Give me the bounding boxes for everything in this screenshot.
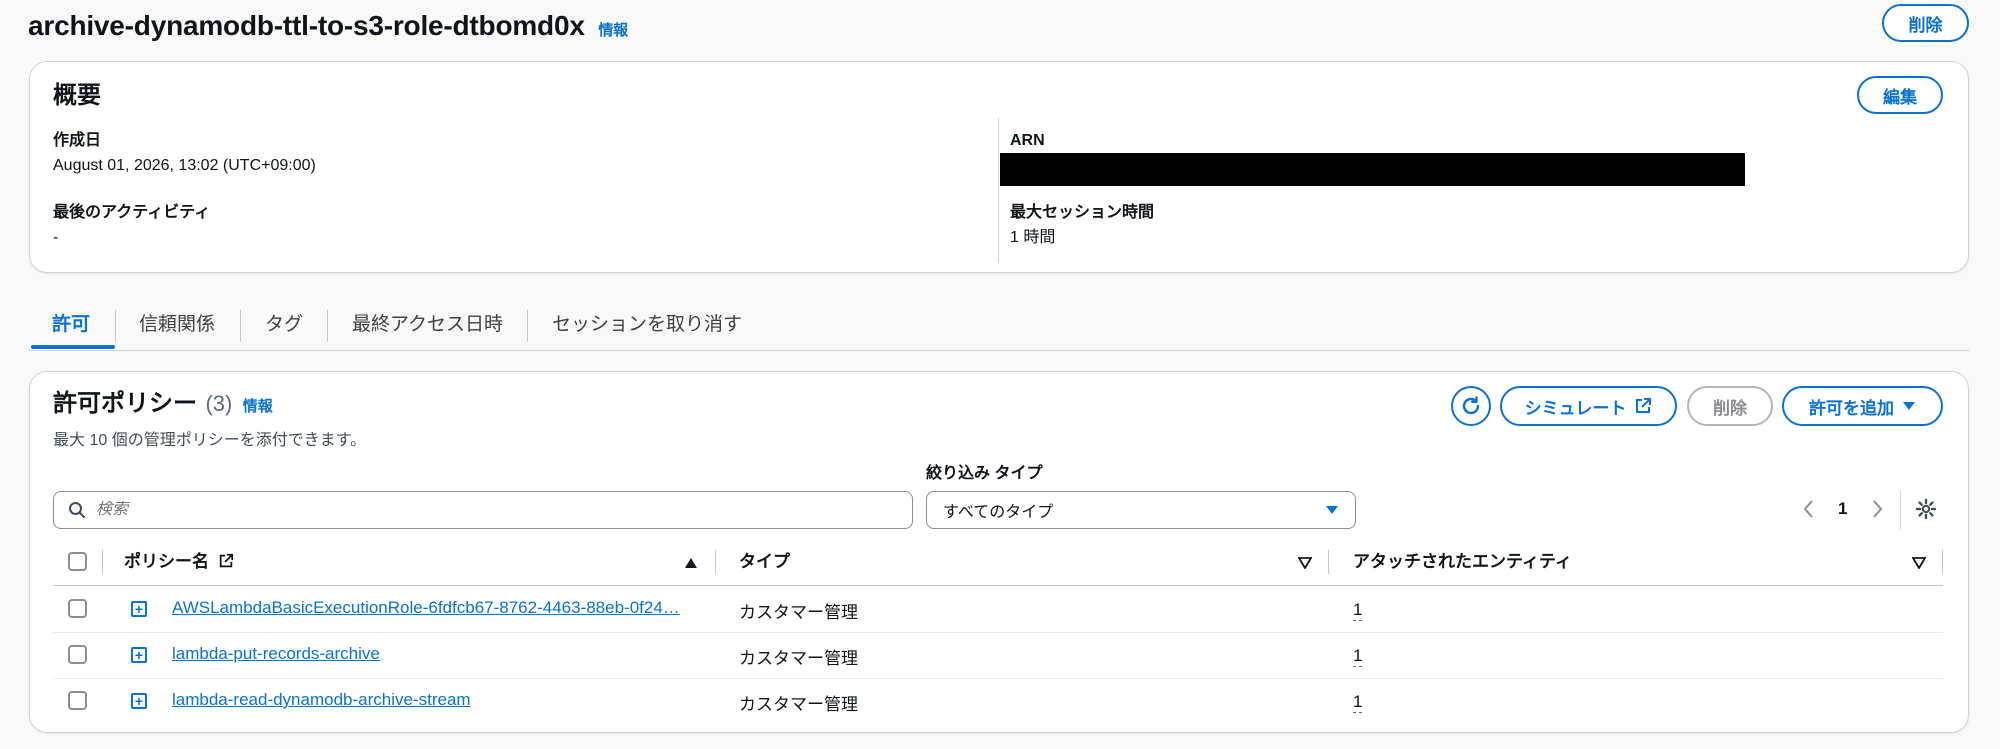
filter-type-label: 絞り込み タイプ — [926, 465, 1043, 482]
add-permissions-button[interactable]: 許可を追加 — [1782, 386, 1943, 426]
attached-entities-count[interactable]: 1 — [1353, 646, 1363, 667]
expand-plus-icon[interactable]: + — [131, 693, 147, 709]
tab-trust-relationships[interactable]: 信頼関係 — [139, 308, 215, 350]
arn-label: ARN — [1010, 132, 1045, 149]
policies-info-link[interactable]: 情報 — [243, 398, 273, 415]
sort-ascending-icon[interactable] — [684, 556, 698, 574]
summary-title: 概要 — [53, 82, 101, 109]
select-all-checkbox[interactable] — [68, 552, 87, 571]
tab-last-accessed[interactable]: 最終アクセス日時 — [352, 308, 503, 350]
policy-name-link[interactable]: AWSLambdaBasicExecutionRole-6fdfcb67-876… — [172, 598, 680, 618]
column-divider — [1942, 550, 1943, 574]
last-activity-value: - — [53, 229, 59, 246]
policy-type: カスタマー管理 — [739, 695, 858, 714]
pagination-divider — [1900, 491, 1901, 529]
settings-gear-icon[interactable] — [1915, 498, 1937, 525]
caret-down-icon — [1326, 506, 1338, 514]
max-session-label: 最大セッション時間 — [1010, 204, 1155, 221]
tab-divider — [527, 310, 528, 342]
expand-plus-icon[interactable]: + — [131, 647, 147, 663]
role-name: archive-dynamodb-ttl-to-s3-role-dtbomd0x — [28, 10, 585, 41]
column-header-policy-name[interactable]: ポリシー名 — [124, 550, 234, 574]
edit-button[interactable]: 編集 — [1857, 76, 1943, 114]
row-checkbox[interactable] — [68, 645, 87, 664]
sort-icon[interactable] — [1297, 556, 1313, 574]
page-title: archive-dynamodb-ttl-to-s3-role-dtbomd0x… — [28, 6, 628, 51]
column-header-attached-entities[interactable]: アタッチされたエンティティ — [1353, 550, 1572, 574]
search-input[interactable] — [96, 501, 876, 519]
created-value: August 01, 2026, 13:02 (UTC+09:00) — [53, 157, 316, 174]
info-link[interactable]: 情報 — [598, 22, 628, 39]
row-checkbox[interactable] — [68, 691, 87, 710]
tab-tags[interactable]: タグ — [265, 308, 303, 350]
policy-name-link[interactable]: lambda-read-dynamodb-archive-stream — [172, 690, 471, 710]
summary-divider — [998, 118, 999, 263]
expand-plus-icon[interactable]: + — [131, 601, 147, 617]
delete-role-button[interactable]: 削除 — [1882, 4, 1969, 42]
tab-divider — [327, 310, 328, 342]
tabs-baseline — [29, 350, 1969, 351]
refresh-icon — [1462, 396, 1480, 415]
tab-revoke-sessions[interactable]: セッションを取り消す — [552, 308, 742, 350]
policy-type: カスタマー管理 — [739, 603, 858, 622]
table-row: + AWSLambdaBasicExecutionRole-6fdfcb67-8… — [0, 586, 2000, 632]
search-field[interactable] — [53, 491, 913, 529]
policies-header: 許可ポリシー (3) 情報 — [53, 388, 273, 420]
filter-type-select[interactable]: すべてのタイプ — [926, 491, 1356, 529]
external-link-icon — [219, 553, 233, 568]
search-icon — [69, 502, 85, 518]
external-link-icon — [1636, 398, 1652, 413]
caret-down-icon — [1903, 402, 1915, 410]
pagination-page-number[interactable]: 1 — [1838, 499, 1847, 519]
table-row: + lambda-read-dynamodb-archive-stream カス… — [0, 679, 2000, 724]
table-row: + lambda-put-records-archive カスタマー管理 1 — [0, 633, 2000, 678]
tab-divider — [115, 310, 116, 342]
column-divider — [715, 550, 716, 574]
pagination-next-icon[interactable] — [1871, 499, 1883, 524]
attached-entities-count[interactable]: 1 — [1353, 600, 1363, 621]
attached-entities-count[interactable]: 1 — [1353, 692, 1363, 713]
sort-icon[interactable] — [1911, 556, 1927, 574]
tab-permissions[interactable]: 許可 — [52, 308, 90, 350]
row-checkbox[interactable] — [68, 599, 87, 618]
simulate-button[interactable]: シミュレート — [1500, 386, 1677, 426]
refresh-button[interactable] — [1451, 386, 1491, 426]
tab-divider — [240, 310, 241, 342]
column-divider — [102, 550, 103, 574]
last-activity-label: 最後のアクティビティ — [53, 204, 211, 221]
policies-count: (3) — [205, 391, 233, 416]
summary-panel: 概要 編集 作成日 August 01, 2026, 13:02 (UTC+09… — [29, 61, 1969, 273]
column-header-type[interactable]: タイプ — [739, 550, 790, 574]
policy-type: カスタマー管理 — [739, 649, 858, 668]
delete-policy-button[interactable]: 削除 — [1687, 386, 1773, 426]
max-session-value: 1 時間 — [1010, 229, 1056, 246]
column-divider — [1328, 550, 1329, 574]
policies-description: 最大 10 個の管理ポリシーを添付できます。 — [53, 432, 367, 449]
created-label: 作成日 — [53, 132, 102, 149]
arn-redacted-value — [1000, 153, 1745, 186]
pagination-prev-icon[interactable] — [1803, 499, 1815, 524]
tab-active-indicator — [31, 345, 115, 349]
policy-name-link[interactable]: lambda-put-records-archive — [172, 644, 380, 664]
policies-title: 許可ポリシー — [53, 390, 197, 417]
filter-type-value: すべてのタイプ — [943, 504, 1054, 521]
